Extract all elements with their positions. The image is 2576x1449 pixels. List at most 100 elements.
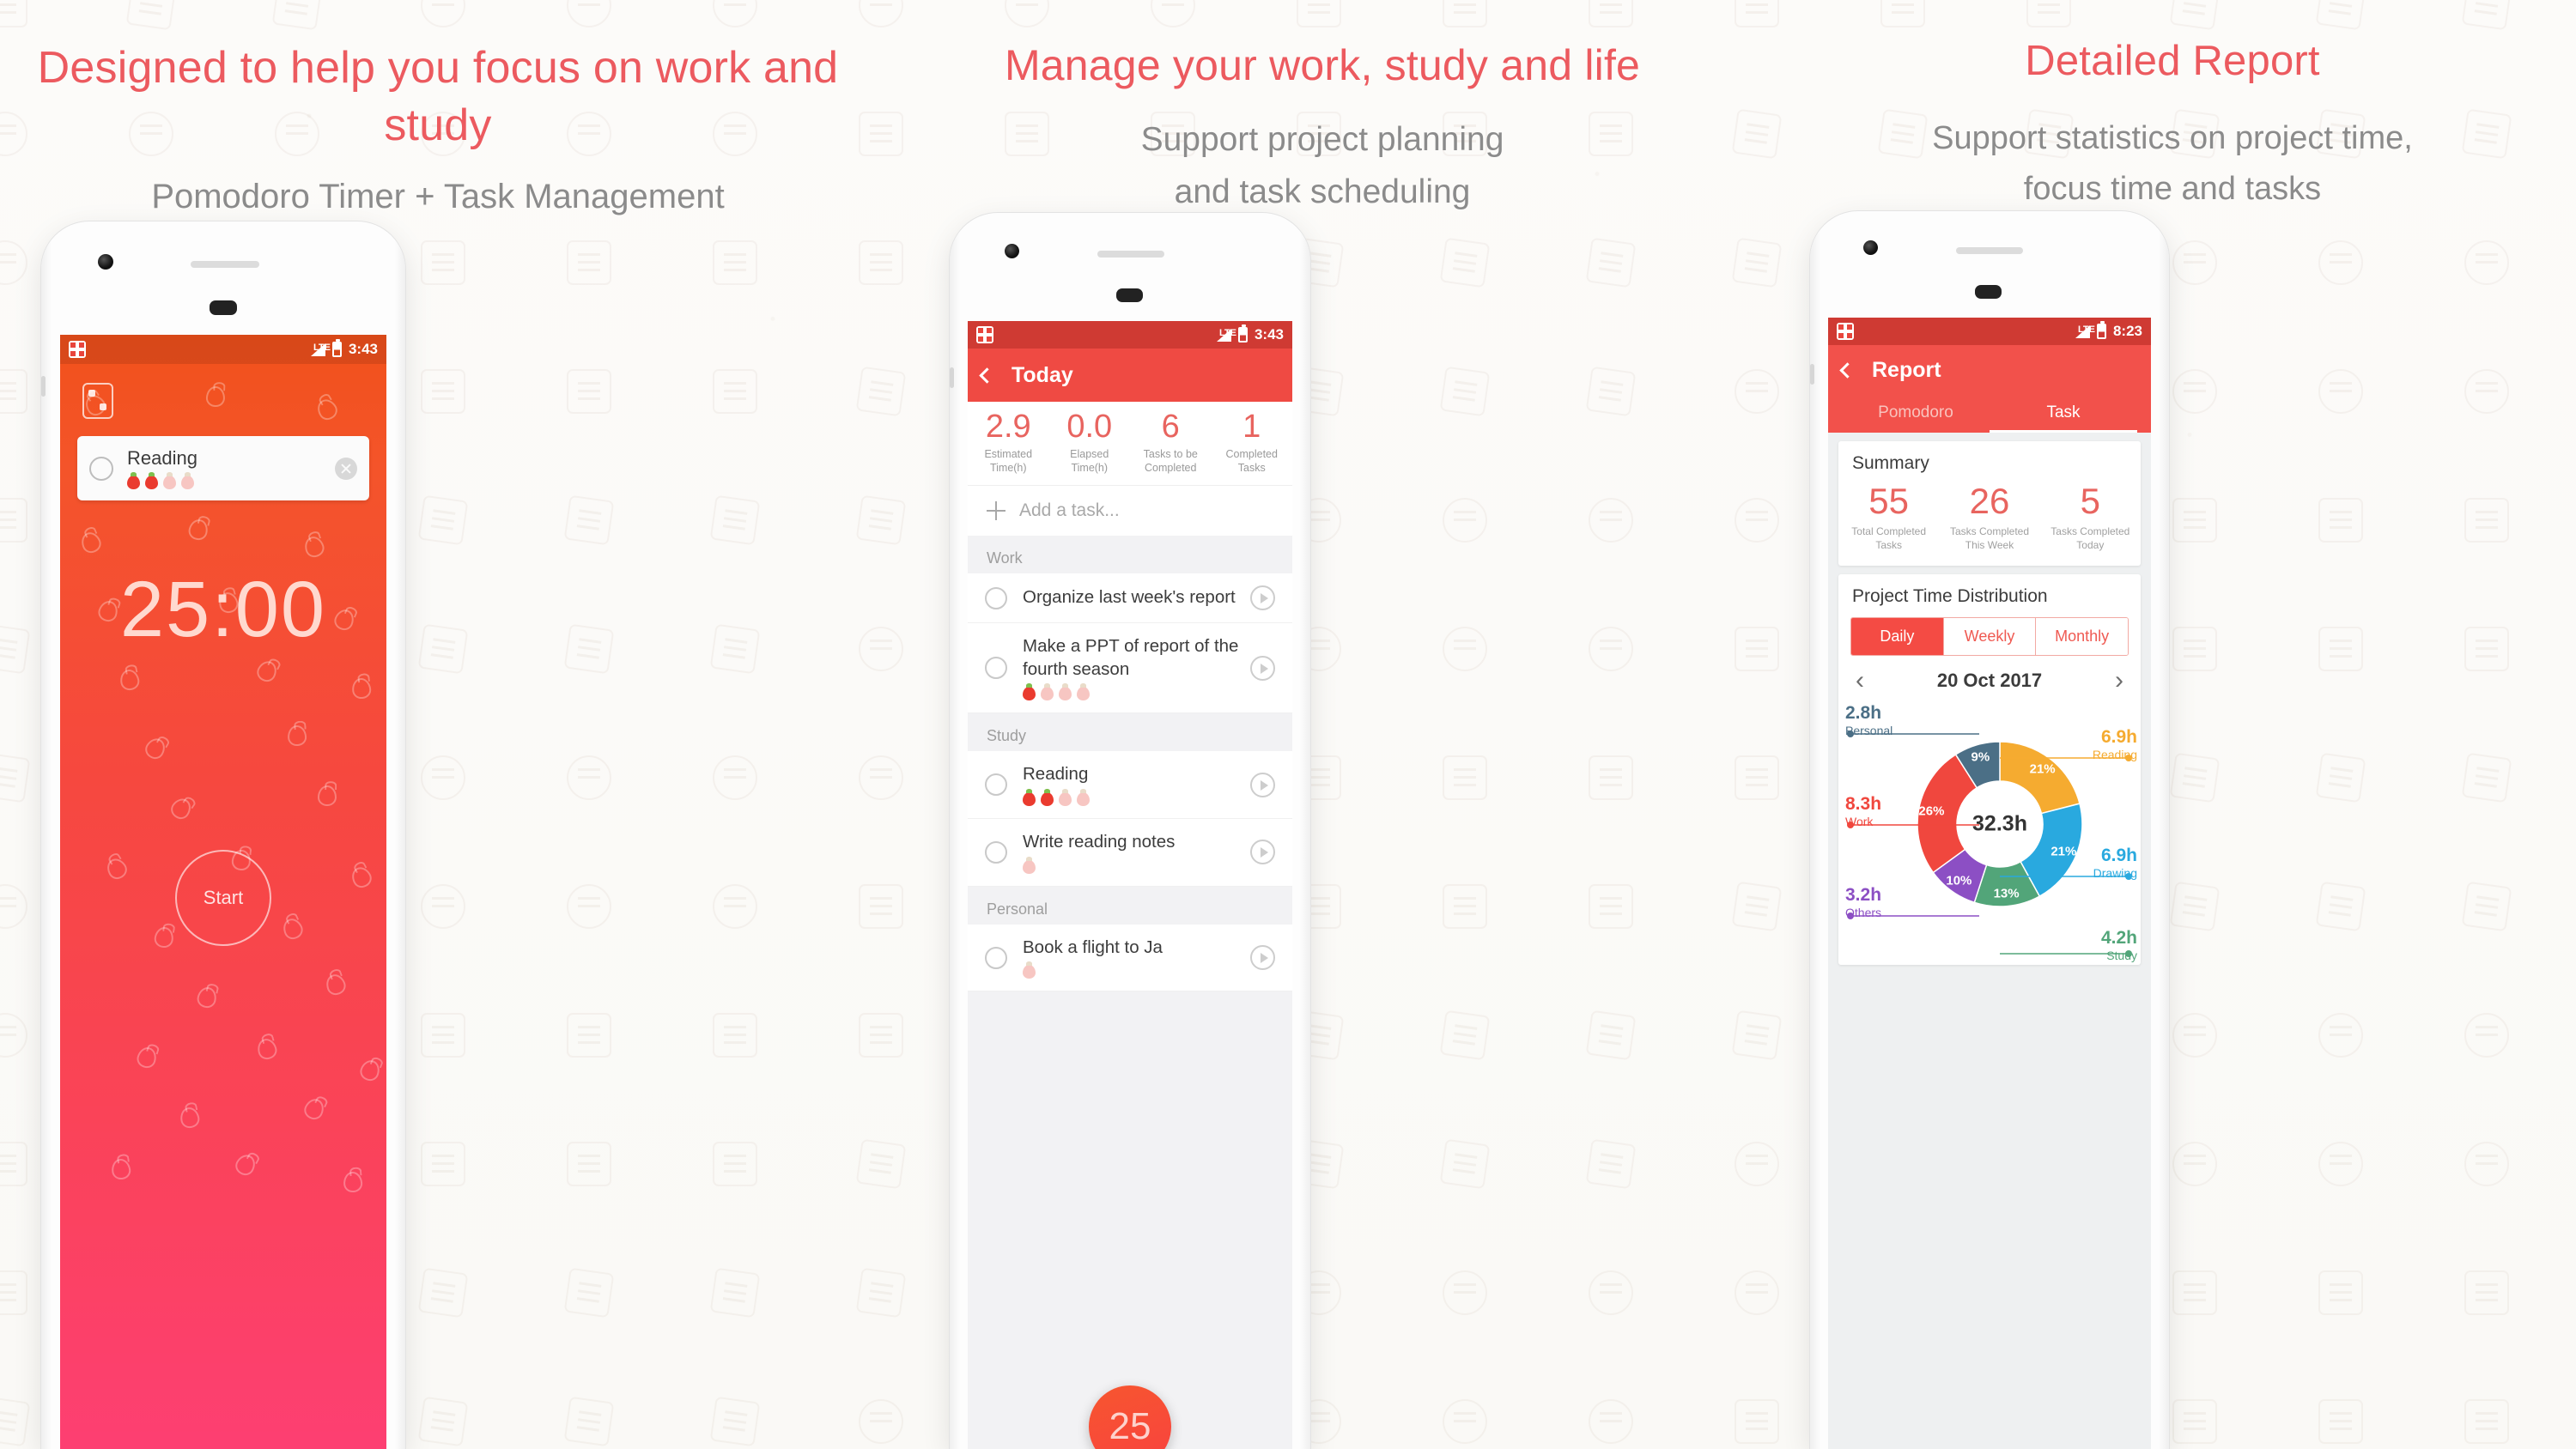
task-row[interactable]: Book a flight to Ja: [968, 924, 1292, 992]
pomodoro-progress: [1023, 856, 1250, 874]
side-button: [2165, 364, 2169, 385]
task-title: Book a flight to Ja: [1023, 937, 1163, 957]
status-bar: LTE 3:43: [968, 321, 1292, 349]
task-group-header: Study: [968, 713, 1292, 752]
task-row[interactable]: Write reading notes: [968, 819, 1292, 887]
range-tab-daily[interactable]: Daily: [1851, 618, 1944, 656]
donut-slice-reading[interactable]: [1999, 741, 2081, 815]
side-button: [401, 376, 405, 397]
side-button: [1306, 367, 1310, 388]
start-pomodoro-icon[interactable]: [1250, 945, 1275, 971]
tomato-outline-icon: [253, 658, 281, 685]
stat-value: 6: [1161, 409, 1180, 445]
status-bar: LTE 8:23: [1828, 318, 2151, 345]
earpiece-speaker: [1097, 251, 1164, 258]
proximity-sensor: [1116, 288, 1143, 302]
summary-label: Total Completed Tasks: [1851, 525, 1927, 551]
clear-task-icon[interactable]: [335, 457, 357, 480]
next-date-button[interactable]: ›: [2115, 668, 2123, 694]
start-pomodoro-icon[interactable]: [1250, 655, 1275, 681]
tomato-outline-icon: [110, 1157, 132, 1181]
report-tab-task[interactable]: Task: [1990, 395, 2137, 433]
earpiece-speaker: [1956, 247, 2023, 254]
task-title: Write reading notes: [1023, 832, 1176, 852]
tomato-outline-icon: [78, 529, 104, 556]
tomato-outline-icon: [280, 915, 306, 943]
app-bar: Today: [968, 349, 1292, 402]
summary-value: 26: [1969, 481, 2010, 521]
app-icon: [1837, 323, 1854, 340]
side-button: [950, 367, 954, 388]
start-pomodoro-icon[interactable]: [1250, 585, 1275, 611]
donut-center-total: 32.3h: [1972, 811, 2027, 836]
back-chevron-icon[interactable]: [979, 367, 995, 384]
tomato-icon: [1077, 789, 1090, 807]
report-tab-pomodoro[interactable]: Pomodoro: [1842, 395, 1990, 433]
earpiece-speaker: [191, 261, 259, 268]
distribution-card: Project Time Distribution Daily Weekly Mon…: [1838, 574, 2141, 966]
current-date: 20 Oct 2017: [1936, 670, 2043, 692]
phone-mockup-report: LTE 8:23 Report Pomodoro Task Summary 55 T…: [1810, 211, 2169, 1449]
battery-icon: [2096, 321, 2106, 339]
start-pomodoro-icon[interactable]: [1250, 772, 1275, 797]
add-task-row[interactable]: Add a task...: [968, 485, 1292, 537]
donut-percent-study: 13%: [1993, 886, 2020, 901]
task-row[interactable]: Reading: [968, 751, 1292, 820]
summary-title: Summary: [1852, 453, 1929, 473]
callout-name: Study: [2106, 949, 2137, 963]
callout-value: 8.3h: [1845, 794, 1882, 815]
status-time: 3:43: [348, 341, 378, 357]
task-checkbox[interactable]: [985, 840, 1007, 864]
pomodoro-progress: [1023, 961, 1250, 979]
tomato-outline-icon: [178, 1105, 202, 1131]
screenshot-root: Designed to help you focus on work and s…: [0, 0, 2576, 1449]
task-checkbox[interactable]: [985, 657, 1007, 680]
task-checkbox[interactable]: [985, 586, 1007, 609]
phone-screen-report: LTE 8:23 Report Pomodoro Task Summary 55 T…: [1828, 318, 2151, 1449]
donut-percent-drawing: 21%: [2050, 844, 2077, 859]
distribution-title: Project Time Distribution: [1852, 586, 2048, 607]
task-checkbox[interactable]: [89, 456, 113, 481]
task-row[interactable]: Organize last week's report: [968, 573, 1292, 624]
tomato-outline-icon: [232, 1151, 259, 1179]
summary-stat: 26 Tasks Completed This Week: [1939, 481, 2039, 552]
task-title: Reading: [127, 447, 197, 469]
callout-value: 2.8h: [1845, 703, 1882, 724]
task-title: Reading: [1023, 764, 1089, 785]
range-tab-monthly[interactable]: Monthly: [2036, 618, 2128, 656]
panel-title: Detailed Report: [2025, 38, 2320, 84]
donut-percent-work: 26%: [1918, 803, 1945, 819]
tomato-icon: [1041, 789, 1054, 807]
tomato-outline-icon: [348, 864, 375, 891]
proximity-sensor: [210, 300, 237, 315]
summary-value: 55: [1868, 481, 1910, 521]
signal-icon: LTE: [2075, 324, 2095, 338]
task-checkbox[interactable]: [985, 946, 1007, 969]
panel-focus: Designed to help you focus on work and s…: [0, 0, 876, 1449]
current-task-card[interactable]: Reading: [77, 436, 369, 500]
task-list: Work Organize last week's report Make a PP…: [968, 536, 1292, 992]
side-button: [1810, 364, 1814, 385]
proximity-sensor: [1975, 285, 2002, 299]
side-button: [41, 376, 46, 397]
report-tabs: Pomodoro Task: [1842, 395, 2137, 433]
start-button[interactable]: Start: [175, 850, 271, 946]
front-camera-icon: [1863, 240, 1878, 255]
tomato-outline-icon: [118, 668, 142, 692]
tomato-outline-icon: [301, 1095, 328, 1123]
start-pomodoro-icon[interactable]: [1250, 840, 1275, 865]
panel-caption: Designed to help you focus on work and s…: [0, 0, 876, 221]
tomato-icon: [1059, 789, 1072, 807]
tomato-outline-icon: [134, 1045, 160, 1070]
task-checkbox[interactable]: [985, 773, 1007, 797]
back-chevron-icon[interactable]: [1839, 361, 1856, 379]
donut-leader-line: [1850, 915, 1979, 918]
pomodoro-fab-button[interactable]: 25: [1089, 1385, 1171, 1449]
task-row[interactable]: Make a PPT of report of the fourth seaso…: [968, 623, 1292, 714]
range-tab-weekly[interactable]: Weekly: [1943, 618, 2037, 656]
tomato-outline-icon: [186, 517, 210, 543]
app-icon: [69, 341, 86, 358]
panel-tasks: Manage your work, study and life Support…: [876, 0, 1769, 1449]
task-list-icon[interactable]: [82, 383, 113, 419]
prev-date-button[interactable]: ‹: [1856, 668, 1864, 694]
